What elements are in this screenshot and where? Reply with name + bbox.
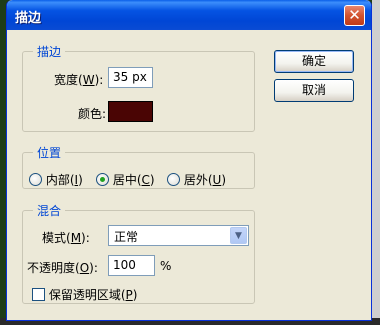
title-bar[interactable]: 描边 ✕ bbox=[7, 0, 371, 30]
blend-group-title: 混合 bbox=[33, 202, 66, 219]
chevron-down-icon[interactable]: ▼ bbox=[230, 227, 247, 244]
radio-outside[interactable]: 居外(U) bbox=[167, 171, 226, 187]
opacity-unit: % bbox=[160, 259, 172, 273]
stroke-group-title: 描边 bbox=[33, 43, 66, 60]
preserve-transparency[interactable]: 保留透明区域(P) bbox=[32, 286, 137, 302]
width-label: 宽度(W): bbox=[54, 73, 104, 87]
mode-label: 模式(M): bbox=[42, 231, 90, 245]
width-field[interactable]: 35 px bbox=[108, 67, 153, 88]
close-button[interactable]: ✕ bbox=[344, 5, 365, 26]
color-label: 颜色: bbox=[78, 107, 107, 121]
radio-center-button[interactable] bbox=[96, 173, 109, 186]
stroke-dialog: 描边 ✕ 描边 宽度(W): 35 px 颜色: 位置 内部(I) 居中(C) … bbox=[6, 0, 372, 321]
radio-center[interactable]: 居中(C) bbox=[96, 171, 155, 187]
opacity-field[interactable]: 100 bbox=[108, 255, 155, 276]
radio-inside-button[interactable] bbox=[29, 173, 42, 186]
position-group: 位置 内部(I) 居中(C) 居外(U) bbox=[22, 144, 255, 189]
position-group-title: 位置 bbox=[33, 144, 66, 161]
radio-inside[interactable]: 内部(I) bbox=[29, 171, 83, 187]
blend-mode-value: 正常 bbox=[114, 230, 139, 244]
width-value: 35 px bbox=[113, 70, 147, 84]
blend-group: 混合 模式(M): 正常 ▼ 不透明度(O): 100 % 保留透明区域(P) bbox=[22, 202, 255, 304]
close-icon: ✕ bbox=[348, 6, 361, 24]
background-right bbox=[372, 0, 380, 325]
stroke-group: 描边 宽度(W): 35 px 颜色: bbox=[22, 43, 255, 132]
radio-outside-button[interactable] bbox=[167, 173, 180, 186]
opacity-value: 100 bbox=[113, 258, 136, 272]
cancel-button[interactable]: 取消 bbox=[274, 79, 354, 102]
color-swatch[interactable] bbox=[108, 101, 153, 122]
opacity-label: 不透明度(O): bbox=[27, 261, 98, 275]
ok-button[interactable]: 确定 bbox=[274, 50, 354, 73]
window-title: 描边 bbox=[15, 11, 42, 26]
preserve-transparency-checkbox[interactable] bbox=[32, 288, 45, 301]
blend-mode-select[interactable]: 正常 ▼ bbox=[108, 225, 249, 246]
